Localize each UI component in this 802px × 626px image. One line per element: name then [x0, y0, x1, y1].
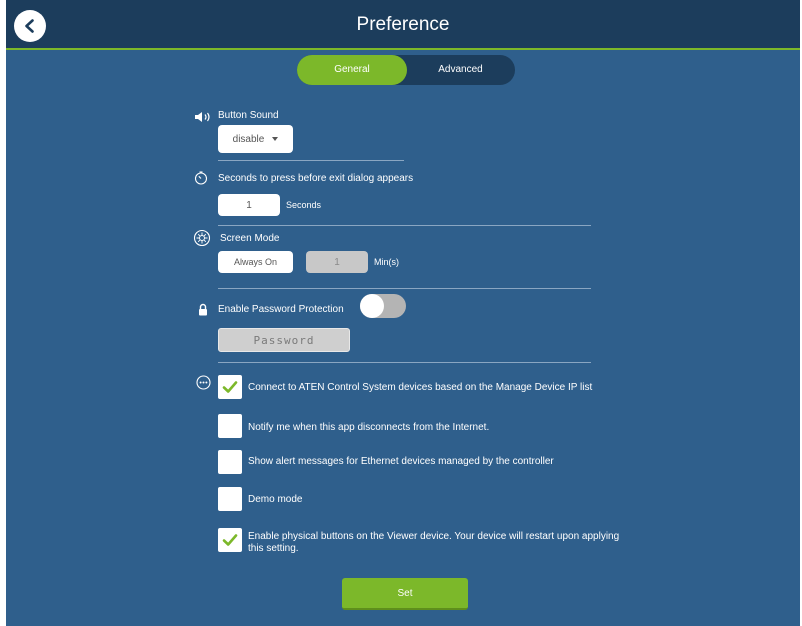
- button-sound-dropdown[interactable]: disable: [218, 125, 293, 153]
- password-toggle[interactable]: [360, 294, 406, 318]
- option-label-demo: Demo mode: [248, 494, 303, 505]
- password-protection-label: Enable Password Protection: [218, 304, 344, 315]
- exit-seconds-input[interactable]: 1: [218, 194, 280, 216]
- set-button[interactable]: Set: [342, 578, 468, 610]
- screen-minutes-input[interactable]: 1: [306, 251, 368, 273]
- tab-general[interactable]: General: [297, 55, 407, 85]
- tab-advanced[interactable]: Advanced: [406, 55, 515, 85]
- divider: [218, 362, 591, 363]
- button-sound-value: disable: [232, 133, 265, 145]
- option-checkbox-demo[interactable]: [218, 487, 242, 511]
- tab-switcher: Advanced General: [297, 55, 515, 85]
- option-checkbox-physical-buttons[interactable]: [218, 528, 242, 552]
- preference-screen: Preference Advanced General Button Sound…: [6, 0, 800, 626]
- speaker-icon: [194, 111, 212, 123]
- header-bar: Preference: [6, 0, 800, 50]
- minutes-unit-label: Min(s): [374, 257, 399, 267]
- screen-mode-icon: [193, 229, 211, 247]
- option-checkbox-alerts[interactable]: [218, 450, 242, 474]
- checkmark-icon: [222, 534, 238, 546]
- password-field[interactable]: Password: [218, 328, 350, 352]
- divider: [218, 160, 404, 161]
- timer-icon: [194, 171, 208, 185]
- option-label-physical-buttons: Enable physical buttons on the Viewer de…: [248, 531, 620, 554]
- seconds-unit-label: Seconds: [286, 200, 322, 210]
- option-label-aten: Connect to ATEN Control System devices b…: [248, 382, 593, 393]
- option-checkbox-notify[interactable]: [218, 414, 242, 438]
- option-checkbox-aten[interactable]: [218, 375, 242, 399]
- toggle-knob: [360, 294, 384, 318]
- divider: [218, 288, 591, 289]
- button-sound-label: Button Sound: [218, 110, 279, 121]
- checkmark-icon: [222, 381, 238, 393]
- caret-down-icon: [272, 137, 279, 141]
- exit-dialog-label: Seconds to press before exit dialog appe…: [218, 173, 414, 184]
- divider: [218, 225, 591, 226]
- page-title: Preference: [356, 14, 450, 35]
- screen-mode-select[interactable]: Always On: [218, 251, 293, 273]
- lock-icon: [198, 303, 208, 316]
- option-label-alerts: Show alert messages for Ethernet devices…: [248, 456, 554, 467]
- screen-mode-label: Screen Mode: [220, 233, 280, 244]
- option-label-notify: Notify me when this app disconnects from…: [248, 422, 490, 433]
- more-options-icon: [196, 375, 211, 390]
